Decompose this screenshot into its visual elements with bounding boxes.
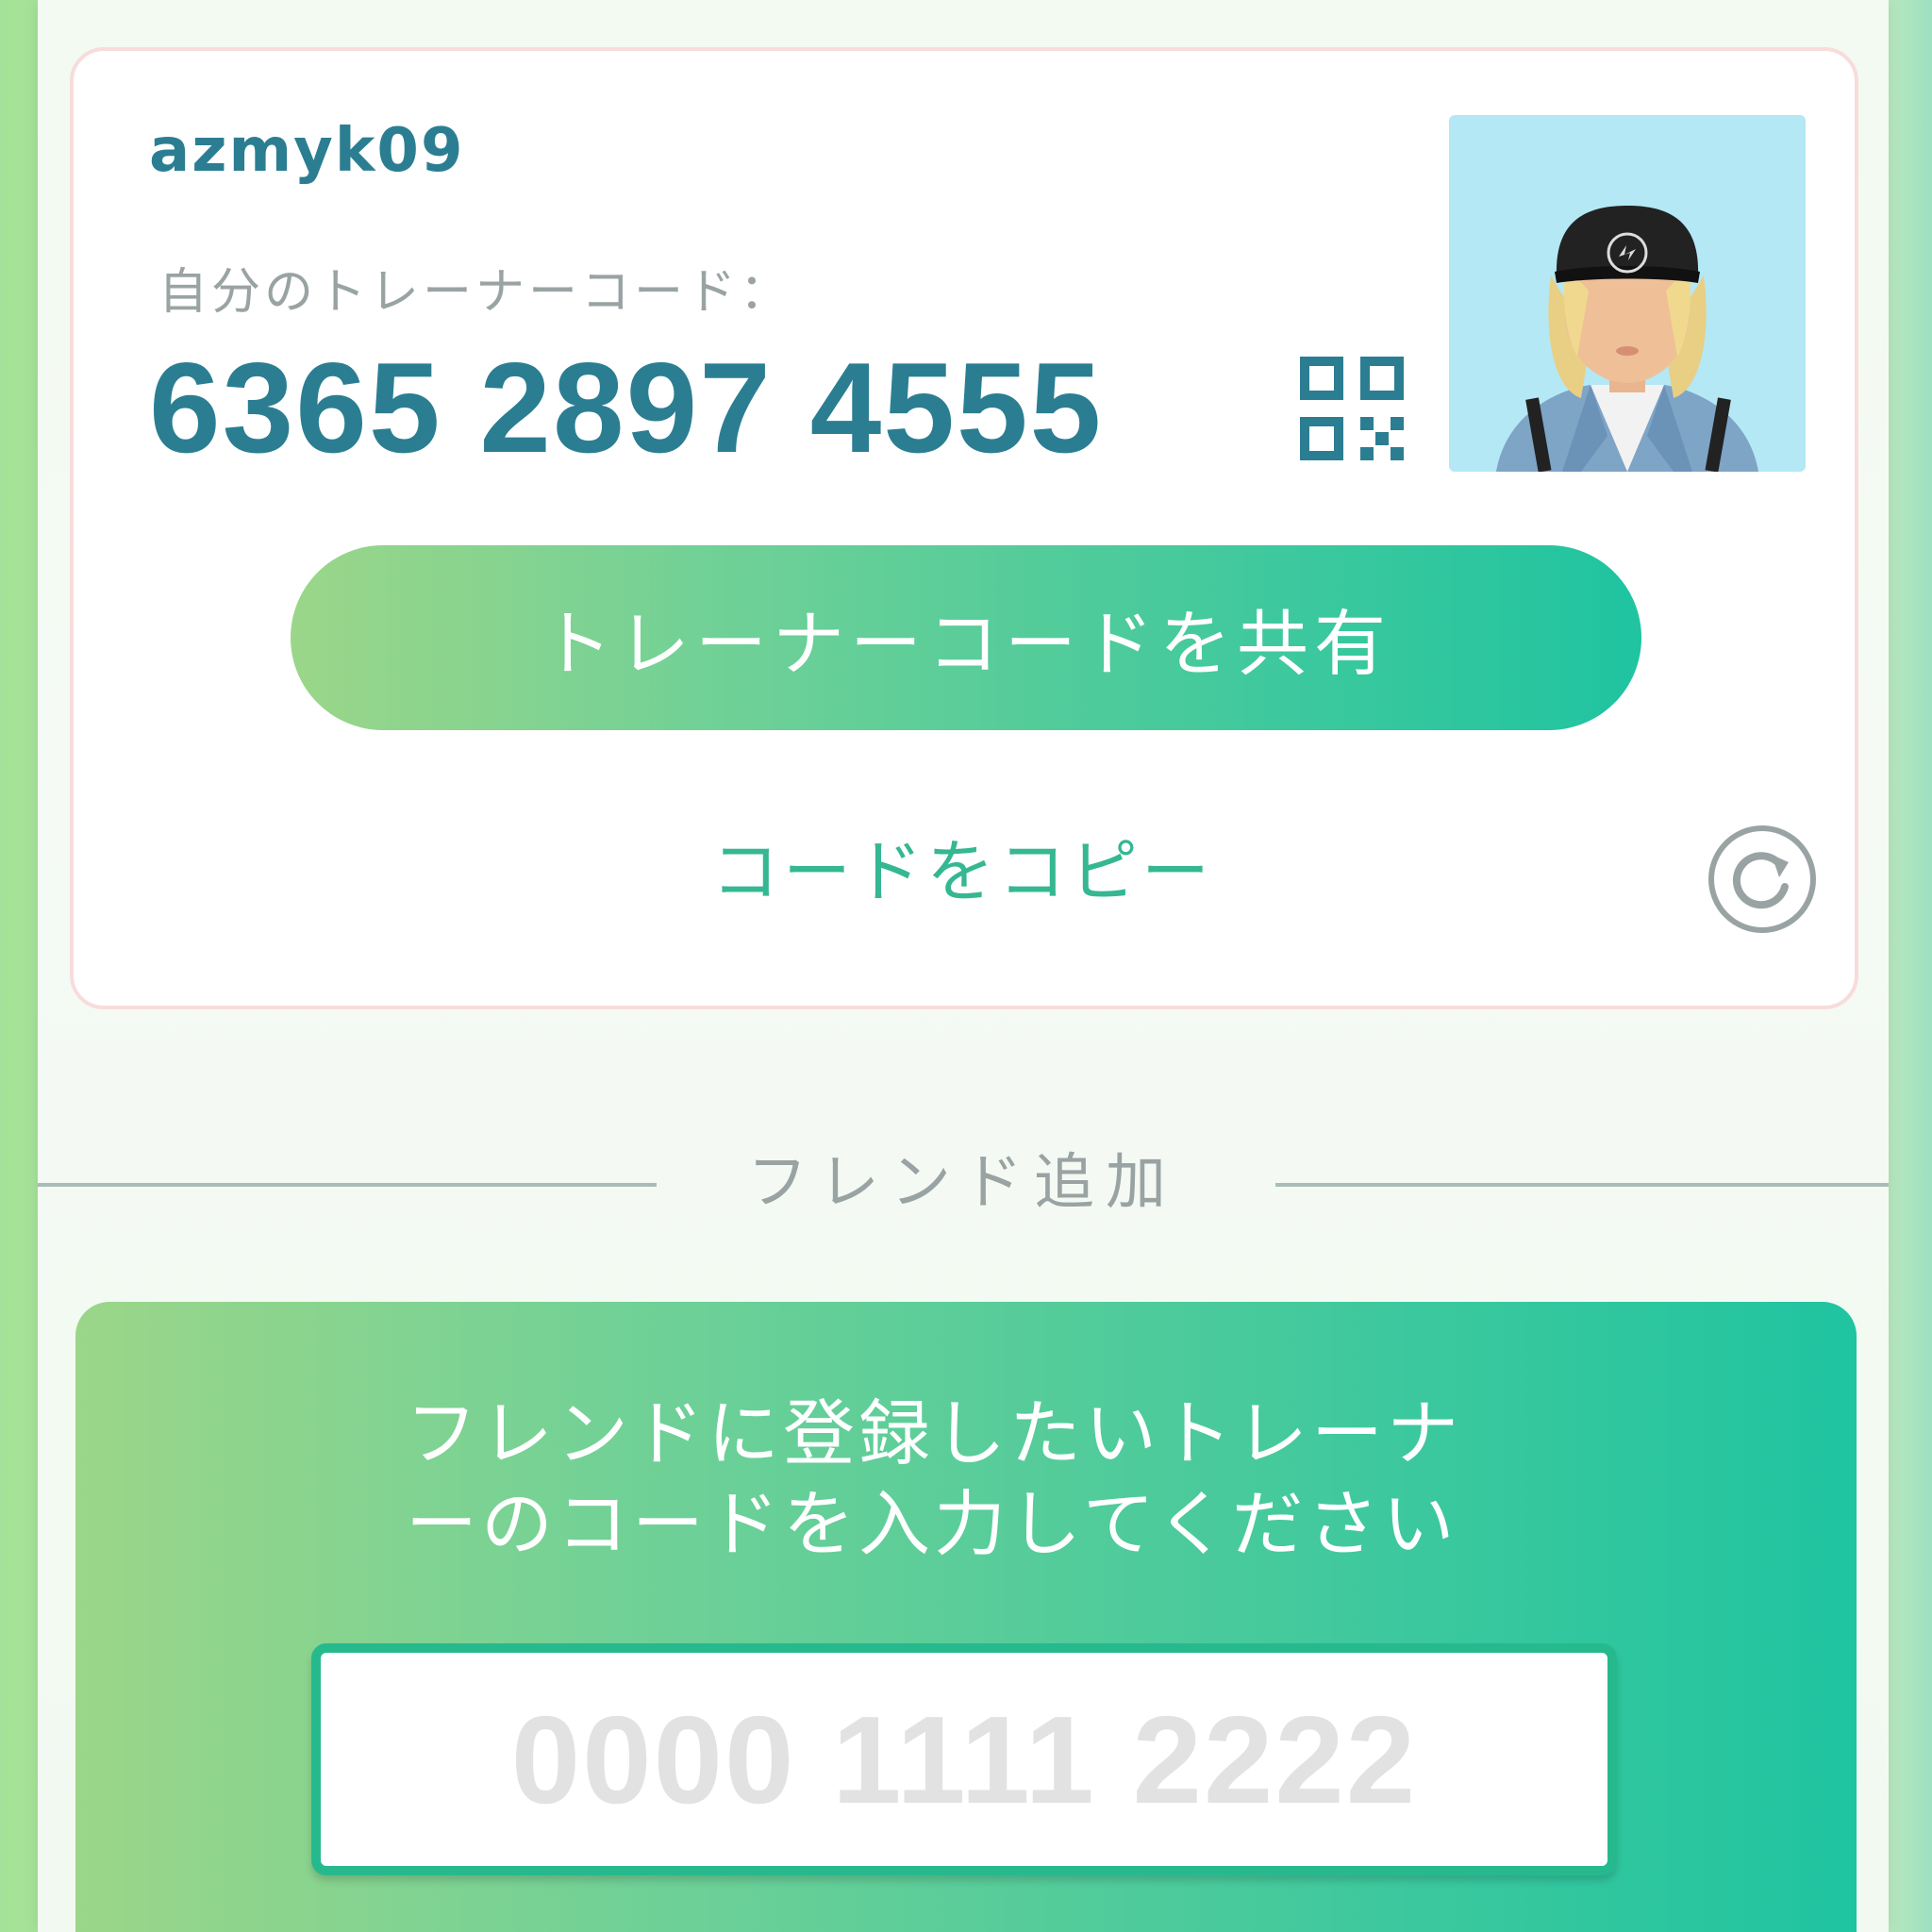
- instruction-line-1: フレンドに登録したいトレーナ: [406, 1391, 1462, 1475]
- qr-code-icon[interactable]: [1300, 357, 1404, 460]
- trainer-username: azmyk09: [149, 116, 465, 186]
- refresh-icon[interactable]: [1706, 823, 1819, 936]
- add-friend-section-title: フレンド追加: [747, 1148, 1177, 1218]
- trainer-code-label: 自分のトレーナーコード：: [158, 264, 793, 321]
- copy-code-button[interactable]: コードをコピー: [660, 838, 1264, 906]
- friend-code-input[interactable]: [311, 1643, 1617, 1875]
- trainer-avatar[interactable]: [1449, 115, 1806, 472]
- share-trainer-code-button[interactable]: トレーナーコードを共有: [291, 545, 1641, 730]
- instruction-line-2: ーのコードを入力してください: [406, 1482, 1458, 1566]
- add-friend-instruction: フレンドに登録したいトレーナ ーのコードを入力してください: [406, 1389, 1519, 1570]
- trainer-code-value: 6365 2897 4555: [149, 336, 1104, 479]
- section-divider-left: [38, 1183, 657, 1187]
- section-divider-right: [1275, 1183, 1889, 1187]
